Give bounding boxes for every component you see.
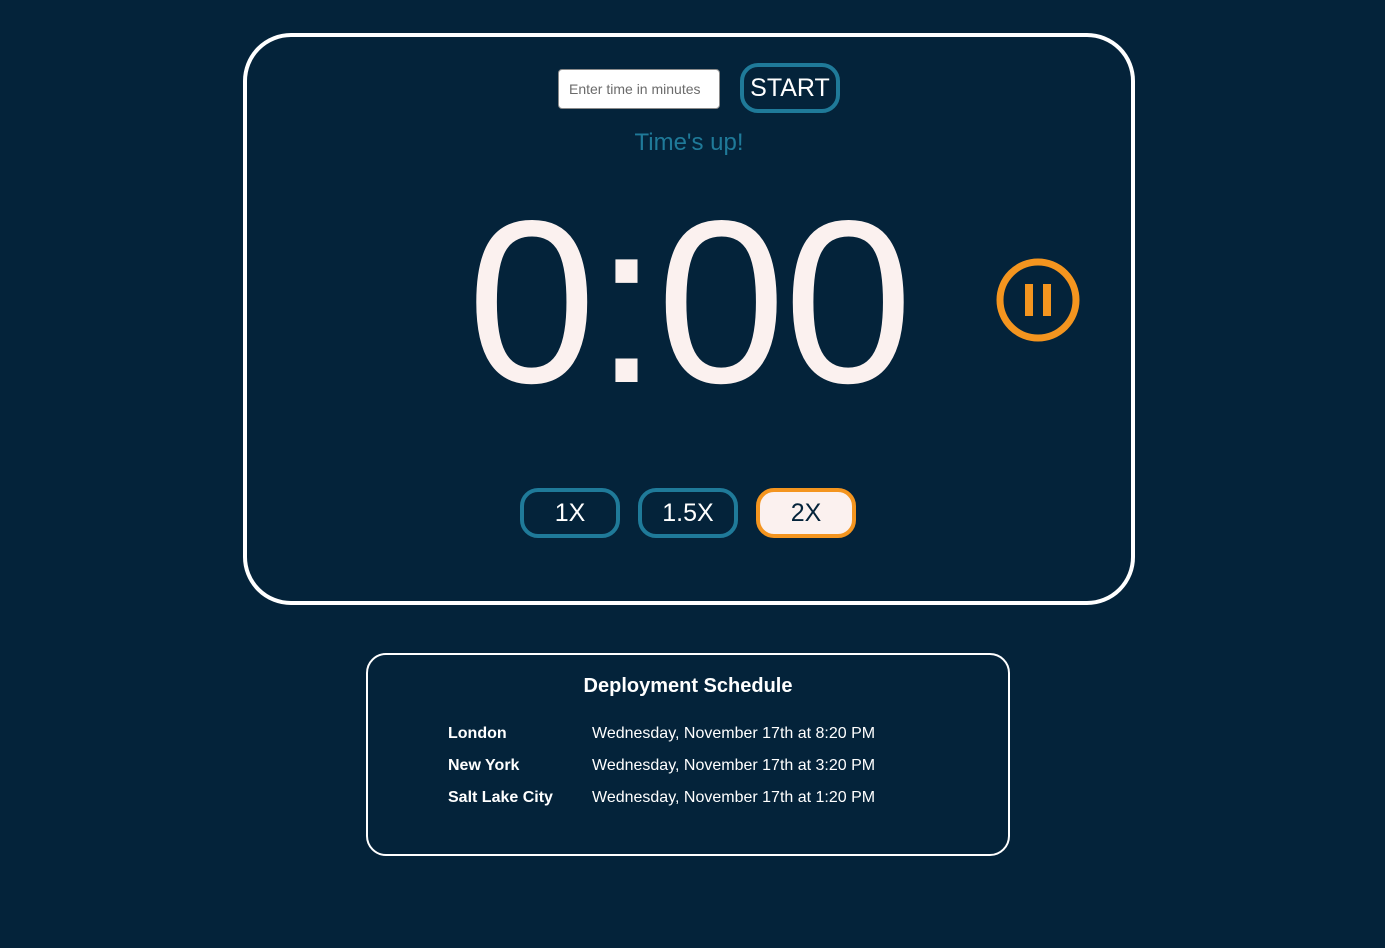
time-input[interactable] <box>558 69 720 109</box>
timer-card: START Time's up! 0:00 1X 1.5X 2X <box>243 33 1135 605</box>
schedule-time: Wednesday, November 17th at 8:20 PM <box>592 725 876 742</box>
schedule-time: Wednesday, November 17th at 3:20 PM <box>592 757 876 774</box>
start-button[interactable]: START <box>740 63 840 113</box>
pause-button[interactable] <box>996 258 1080 342</box>
speed-1x-button[interactable]: 1X <box>520 488 620 538</box>
deployment-schedule-card: Deployment Schedule London Wednesday, No… <box>366 653 1010 856</box>
status-message: Time's up! <box>634 129 744 156</box>
speed-1-5x-button[interactable]: 1.5X <box>638 488 738 538</box>
schedule-time: Wednesday, November 17th at 1:20 PM <box>592 789 876 806</box>
speed-2x-button[interactable]: 2X <box>756 488 856 538</box>
schedule-title: Deployment Schedule <box>583 675 793 697</box>
schedule-city: New York <box>448 757 520 774</box>
page: START Time's up! 0:00 1X 1.5X 2X Deploym… <box>0 0 1385 948</box>
pause-circle-icon <box>996 258 1080 342</box>
schedule-city: Salt Lake City <box>448 789 553 806</box>
schedule-city: London <box>448 725 507 742</box>
